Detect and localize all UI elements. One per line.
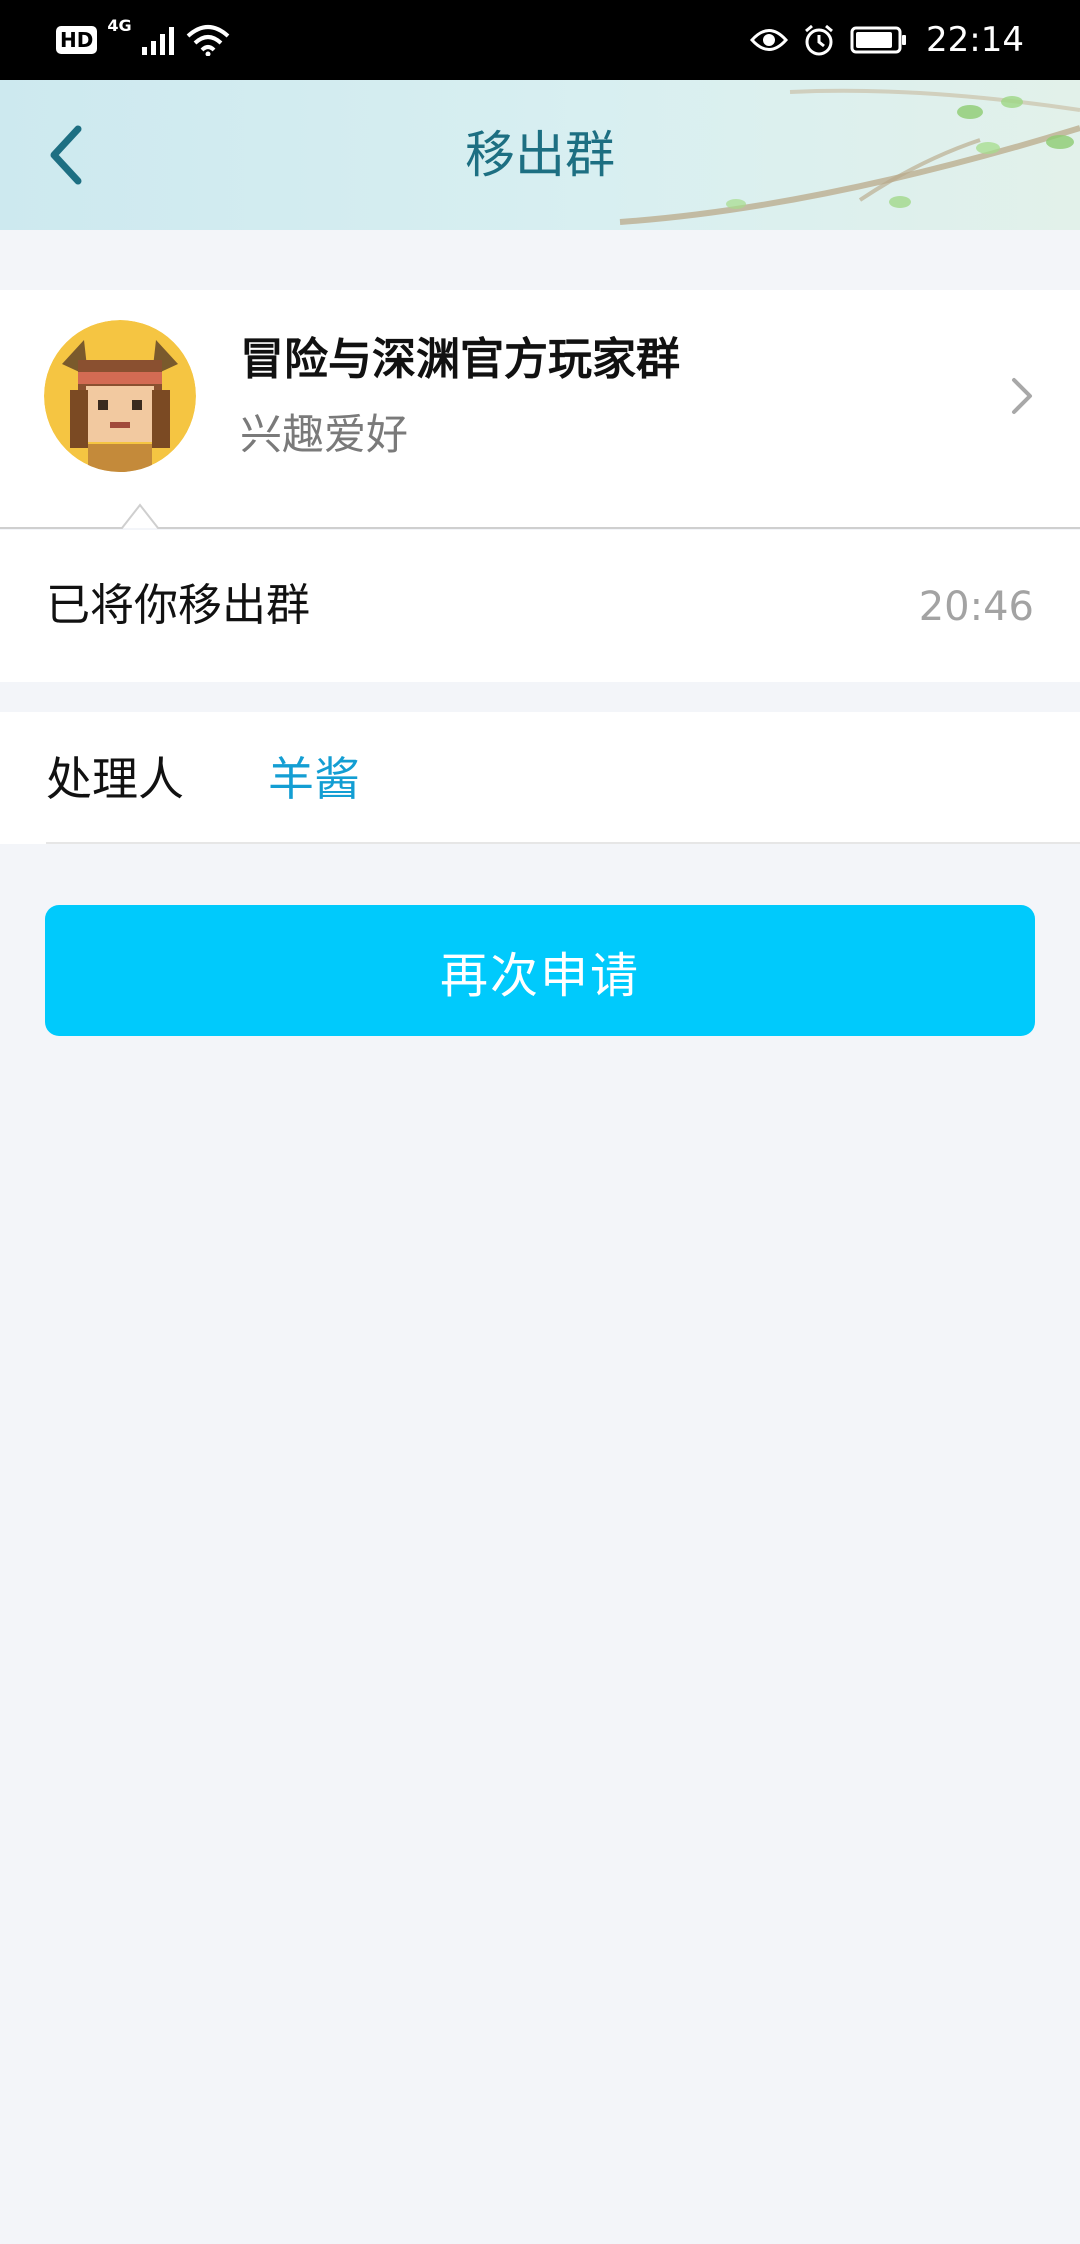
status-right: 22:14 bbox=[750, 18, 1024, 62]
chevron-right-icon bbox=[1012, 378, 1032, 414]
handler-name-link[interactable]: 羊酱 bbox=[268, 750, 360, 808]
notice-text: 已将你移出群 bbox=[46, 580, 310, 631]
network-type-label: 4G bbox=[107, 16, 132, 35]
group-avatar bbox=[44, 320, 196, 472]
divider-notch bbox=[0, 503, 1080, 529]
group-category: 兴趣爱好 bbox=[240, 410, 409, 459]
battery-icon bbox=[850, 26, 907, 54]
group-name: 冒险与深渊官方玩家群 bbox=[240, 334, 680, 385]
handler-divider bbox=[46, 842, 1080, 844]
handler-label: 处理人 bbox=[46, 752, 184, 806]
status-bar: HD 4G 22:14 bbox=[0, 0, 1080, 80]
handler-row: 处理人 羊酱 bbox=[0, 712, 1080, 844]
status-time: 22:14 bbox=[926, 20, 1024, 60]
wifi-icon bbox=[186, 25, 229, 56]
notice-row: 已将你移出群 20:46 bbox=[0, 530, 1080, 682]
reapply-button[interactable]: 再次申请 bbox=[45, 905, 1035, 1036]
hd-badge: HD bbox=[56, 26, 98, 54]
status-left: HD 4G bbox=[56, 16, 230, 60]
signal-icon bbox=[141, 27, 174, 55]
alarm-icon bbox=[805, 24, 833, 56]
page-title: 移出群 bbox=[465, 126, 615, 184]
title-bar: 移出群 bbox=[0, 80, 1080, 230]
notice-time: 20:46 bbox=[918, 584, 1034, 630]
eye-icon bbox=[750, 29, 789, 51]
group-card[interactable]: 冒险与深渊官方玩家群 兴趣爱好 bbox=[0, 290, 1080, 528]
